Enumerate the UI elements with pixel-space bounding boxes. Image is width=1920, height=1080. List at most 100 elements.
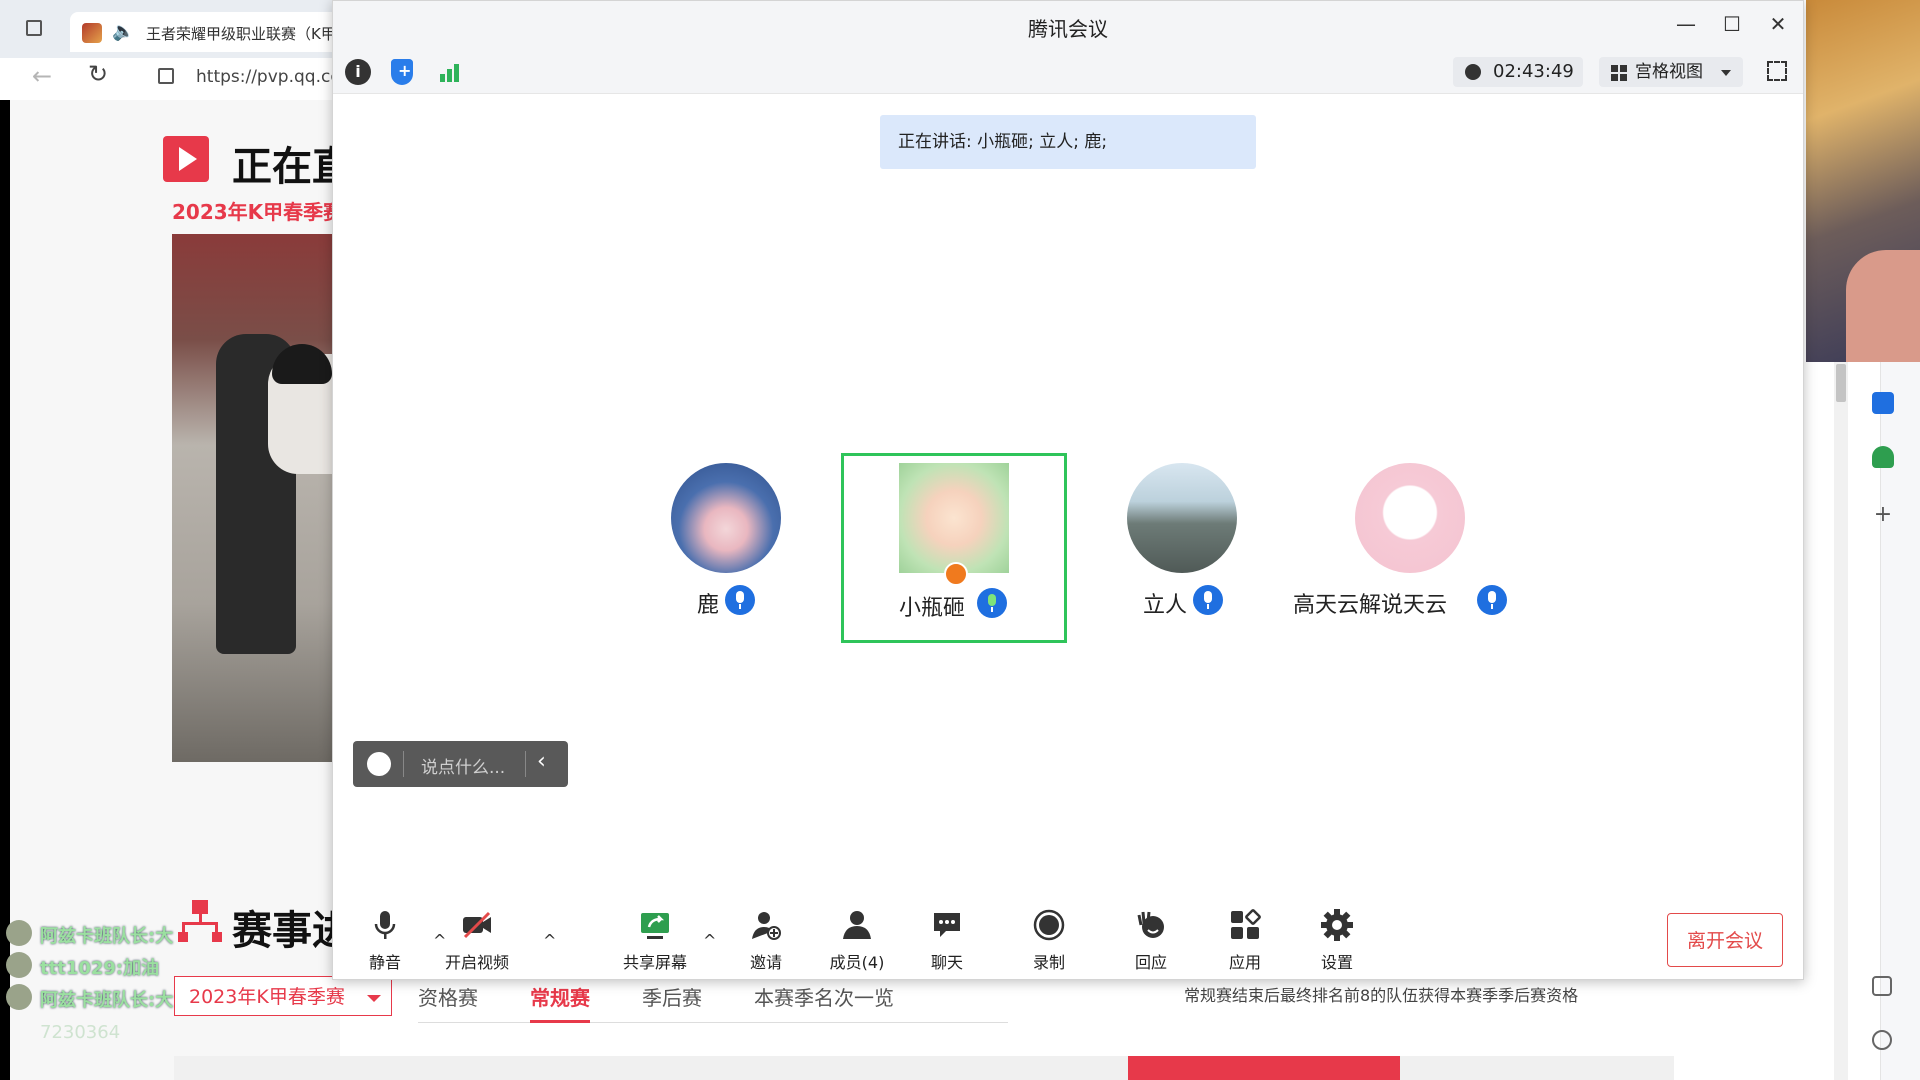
members-label: 成员(4) (829, 953, 885, 972)
video-label: 开启视频 (444, 953, 509, 972)
reaction-hand-icon (1137, 911, 1164, 938)
chat-number: 7230364 (40, 1022, 121, 1043)
fullscreen-icon[interactable] (1767, 61, 1787, 81)
reload-icon[interactable]: ↻ (88, 60, 108, 88)
scroll-thumb[interactable] (1836, 364, 1846, 402)
avatar (6, 920, 32, 946)
avatar (899, 463, 1009, 573)
info-icon[interactable]: i (345, 59, 371, 85)
participant-name: 高天云解说天云 (1293, 593, 1448, 618)
chat-text: 阿兹卡班队长:大 (40, 990, 174, 1011)
clock-icon (1465, 64, 1481, 80)
back-arrow-icon[interactable]: ← (32, 62, 52, 90)
game-favicon-icon (82, 23, 102, 43)
chat-text: 阿兹卡班队长:大 (40, 926, 174, 947)
participant-name: 鹿 (697, 593, 720, 618)
leave-meeting-button[interactable]: 离开会议 (1667, 913, 1783, 967)
active-tab-underline (530, 1020, 590, 1023)
live-subtitle: 2023年K甲春季赛 (172, 200, 344, 224)
tab-season-ranking[interactable]: 本赛季名次一览 (754, 982, 894, 1011)
meeting-info-bar: i 02:43:49 宫格视图 (333, 51, 1803, 94)
chat-line: 阿兹卡班队长:大 (6, 984, 306, 1011)
caret-down-icon (367, 995, 381, 1002)
schedule-table-header (174, 1056, 1674, 1080)
grid-view-icon (1611, 65, 1627, 81)
live-video-player[interactable] (172, 234, 340, 762)
microphone-icon (374, 911, 396, 939)
page-scrollbar[interactable] (1834, 362, 1848, 1080)
participant-tile[interactable]: 高天云解说天云 (1293, 453, 1523, 643)
members-button[interactable]: 成员(4) (817, 901, 897, 972)
camera-off-icon (463, 911, 491, 939)
chevron-up-icon[interactable]: ^ (543, 931, 556, 950)
tab-playoffs[interactable]: 季后赛 (642, 982, 702, 1011)
reactions-button[interactable]: 回应 (1111, 901, 1191, 972)
speaking-indicator: 正在讲话: 小瓶砸; 立人; 鹿; (880, 115, 1256, 169)
emoji-icon[interactable] (367, 752, 391, 776)
chat-input-box[interactable]: 说点什么... ‹ (353, 741, 568, 787)
network-signal-icon[interactable] (437, 59, 463, 85)
chat-bubble-icon (934, 913, 960, 937)
view-mode-button[interactable]: 宫格视图 (1599, 57, 1743, 87)
tree-icon[interactable] (1872, 446, 1894, 468)
mute-button[interactable]: 静音 (345, 901, 425, 972)
side-video-thumbnail (1806, 0, 1920, 362)
settings-gear-icon[interactable] (1872, 1030, 1892, 1050)
sidebar-toggle-icon[interactable] (1872, 976, 1892, 996)
browser-tab[interactable]: 🔈 王者荣耀甲级职业联赛（K甲 (70, 12, 340, 52)
timer-value: 02:43:49 (1493, 61, 1574, 82)
lock-icon[interactable] (158, 68, 174, 84)
security-shield-icon[interactable] (391, 59, 413, 85)
meeting-timer: 02:43:49 (1453, 57, 1583, 87)
view-mode-label: 宫格视图 (1635, 62, 1703, 82)
members-icon (843, 911, 871, 939)
avatar (6, 984, 32, 1010)
browser-sidebar (1880, 362, 1920, 1080)
chat-text: ttt1029:加油 (40, 958, 160, 979)
settings-label: 设置 (1320, 953, 1353, 972)
chat-input-placeholder[interactable]: 说点什么... (421, 753, 505, 778)
apps-button[interactable]: 应用 (1205, 901, 1285, 972)
record-icon (1033, 909, 1065, 941)
divider (525, 751, 526, 777)
tab-actions-icon[interactable] (26, 20, 42, 36)
participant-name: 小瓶砸 (899, 596, 966, 621)
video-button[interactable]: 开启视频 (437, 901, 517, 972)
chat-button[interactable]: 聊天 (907, 901, 987, 972)
meeting-titlebar: 腾讯会议 — ☐ ✕ (333, 1, 1803, 51)
gear-icon (1321, 909, 1353, 941)
participant-tile[interactable]: 立人 (1069, 453, 1295, 643)
record-label: 录制 (1032, 953, 1065, 972)
highlight-cell (1128, 1056, 1400, 1080)
chevron-up-icon[interactable]: ^ (703, 931, 716, 950)
share-label: 共享屏幕 (622, 953, 687, 972)
close-button[interactable]: ✕ (1763, 9, 1793, 39)
share-screen-icon (641, 913, 669, 939)
maximize-button[interactable]: ☐ (1717, 9, 1747, 39)
minimize-button[interactable]: — (1671, 9, 1701, 39)
tab-title: 王者荣耀甲级职业联赛（K甲 (146, 25, 336, 43)
participant-tile[interactable]: 鹿 (613, 453, 839, 643)
chevron-down-icon (1721, 70, 1731, 76)
add-icon[interactable]: + (1872, 504, 1894, 526)
chevron-left-icon[interactable]: ‹ (537, 749, 546, 774)
tab-regular-season[interactable]: 常规赛 (530, 982, 590, 1011)
avatar (1355, 463, 1465, 573)
invite-button[interactable]: 邀请 (726, 901, 806, 972)
outlook-icon[interactable] (1872, 392, 1894, 414)
mic-on-icon (1477, 585, 1507, 615)
participant-tile-active[interactable]: 小瓶砸 (841, 453, 1067, 643)
avatar (671, 463, 781, 573)
participant-name: 立人 (1143, 593, 1188, 618)
mute-label: 静音 (368, 953, 401, 972)
share-screen-button[interactable]: 共享屏幕 (615, 901, 695, 972)
apps-grid-icon (1231, 909, 1261, 939)
speaker-icon[interactable]: 🔈 (112, 21, 134, 42)
invite-label: 邀请 (749, 953, 782, 972)
mic-on-icon (1193, 585, 1223, 615)
record-button[interactable]: 录制 (1009, 901, 1089, 972)
tab-qualifier[interactable]: 资格赛 (418, 982, 478, 1011)
mic-speaking-icon (977, 588, 1007, 618)
chat-label: 聊天 (930, 953, 963, 972)
settings-button[interactable]: 设置 (1297, 901, 1377, 972)
